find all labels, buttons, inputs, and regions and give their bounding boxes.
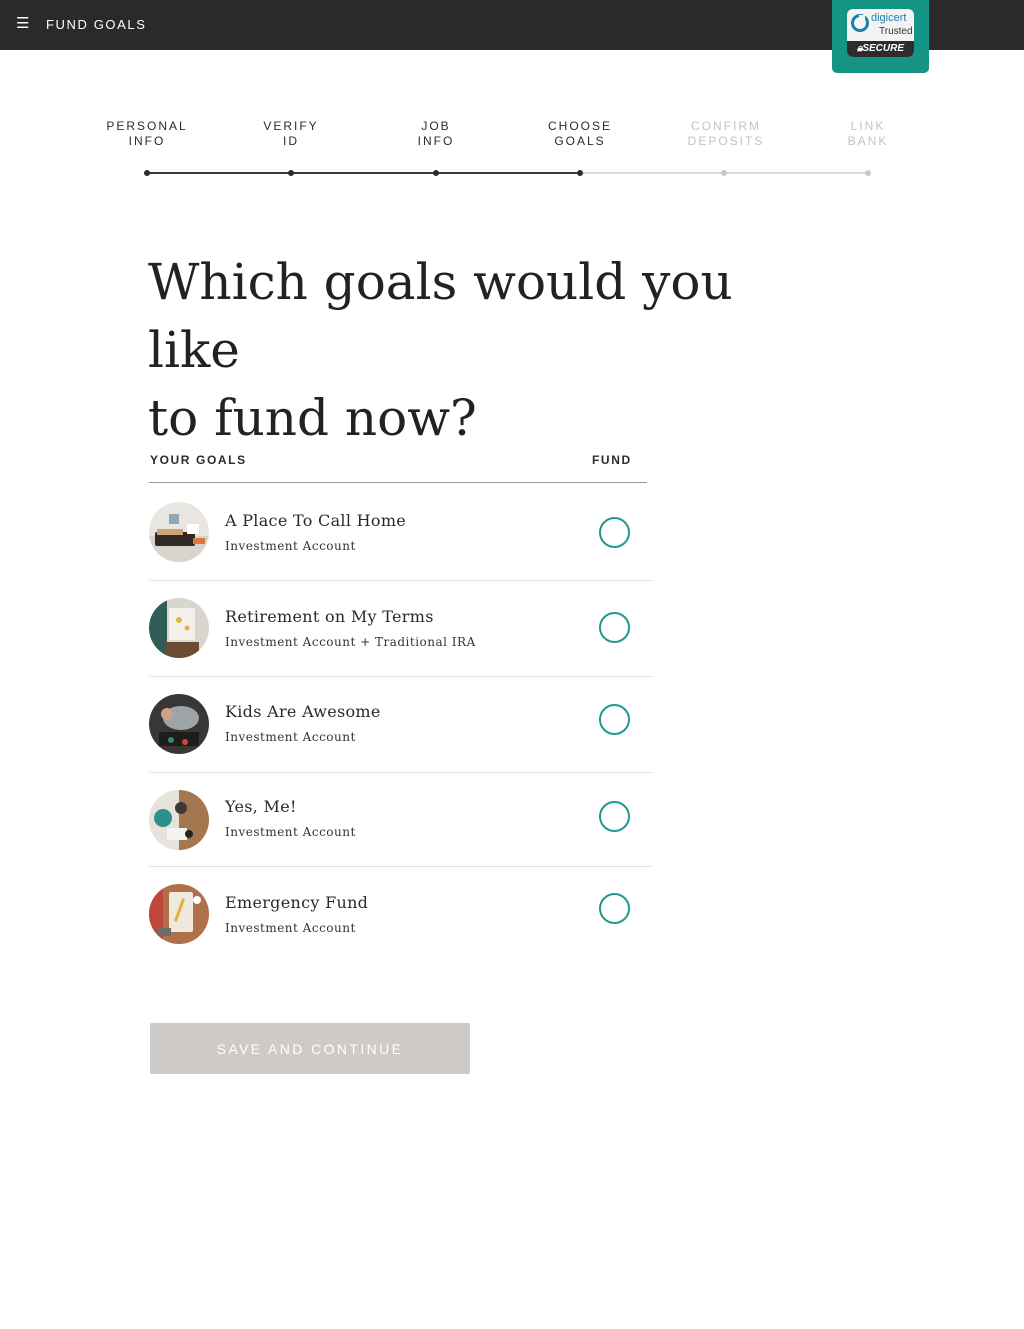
step-label-line2: BANK <box>847 134 889 148</box>
step-label-line1: JOB <box>421 119 451 133</box>
step-label-line2: INFO <box>417 134 455 148</box>
step-label-line2: GOALS <box>554 134 606 148</box>
column-header-goals: YOUR GOALS <box>150 453 247 467</box>
badge-secure-strip: 🔒︎SECURE <box>847 41 914 57</box>
step-dot <box>288 170 294 176</box>
step-label-line1: LINK <box>850 119 886 133</box>
goal-name: A Place To Call Home <box>225 511 407 530</box>
goal-self-image <box>149 790 209 850</box>
hamburger-icon[interactable]: ☰ <box>16 14 30 34</box>
goal-account-type: Investment Account <box>225 539 356 553</box>
fund-goal-radio[interactable] <box>599 704 630 735</box>
step-choose-goals: CHOOSE GOALS <box>520 119 640 149</box>
digicert-logo-icon <box>851 14 869 32</box>
goal-row: Yes, Me! Investment Account <box>149 772 652 868</box>
column-header-fund: FUND <box>592 453 632 467</box>
goal-name: Kids Are Awesome <box>225 702 381 721</box>
page-section-title: FUND GOALS <box>46 17 147 32</box>
goal-account-type: Investment Account <box>225 730 356 744</box>
digicert-trust-badge[interactable]: digicert Trusted 🔒︎SECURE <box>832 0 929 73</box>
badge-brand: digicert <box>871 12 907 24</box>
goal-row: Kids Are Awesome Investment Account <box>149 676 652 772</box>
step-personal-info: PERSONAL INFO <box>87 119 207 149</box>
badge-seal: digicert Trusted 🔒︎SECURE <box>847 9 914 57</box>
goal-row: Retirement on My Terms Investment Accoun… <box>149 580 652 676</box>
step-label-line1: VERIFY <box>263 119 319 133</box>
step-dot <box>144 170 150 176</box>
step-label-line1: CONFIRM <box>691 119 761 133</box>
goal-account-type: Investment Account <box>225 825 356 839</box>
fund-goal-radio[interactable] <box>599 801 630 832</box>
goal-name: Emergency Fund <box>225 893 369 912</box>
goal-home-image <box>149 502 209 562</box>
goal-account-type: Investment Account + Traditional IRA <box>225 635 476 649</box>
step-label-line2: DEPOSITS <box>687 134 765 148</box>
step-dot <box>721 170 727 176</box>
goal-row: A Place To Call Home Investment Account <box>149 484 652 580</box>
step-label-line2: ID <box>283 134 299 148</box>
step-confirm-deposits: CONFIRM DEPOSITS <box>666 119 786 149</box>
fund-goal-radio[interactable] <box>599 893 630 924</box>
fund-goal-radio[interactable] <box>599 517 630 548</box>
step-dot <box>577 170 583 176</box>
progress-line-complete <box>147 172 580 174</box>
step-label-line1: PERSONAL <box>106 119 188 133</box>
step-job-info: JOB INFO <box>376 119 496 149</box>
badge-secure-label: SECURE <box>862 43 904 54</box>
goal-row: Emergency Fund Investment Account <box>149 866 652 962</box>
goal-name: Retirement on My Terms <box>225 607 434 626</box>
step-label-line2: INFO <box>128 134 166 148</box>
step-verify-id: VERIFY ID <box>231 119 351 149</box>
goal-retirement-image <box>149 598 209 658</box>
goal-emergency-image <box>149 884 209 944</box>
badge-trusted: Trusted <box>879 26 913 37</box>
heading-line-2: to fund now? <box>148 389 477 447</box>
step-dot <box>865 170 871 176</box>
step-link-bank: LINK BANK <box>808 119 928 149</box>
heading-line-1: Which goals would you like <box>148 253 733 379</box>
table-header-divider <box>149 482 647 483</box>
step-label-line1: CHOOSE <box>547 119 612 133</box>
goal-kids-image <box>149 694 209 754</box>
save-and-continue-button[interactable]: SAVE AND CONTINUE <box>150 1023 470 1074</box>
goal-account-type: Investment Account <box>225 921 356 935</box>
step-dot <box>433 170 439 176</box>
goal-name: Yes, Me! <box>225 797 297 816</box>
fund-goal-radio[interactable] <box>599 612 630 643</box>
page-heading: Which goals would you like to fund now? <box>148 248 828 452</box>
